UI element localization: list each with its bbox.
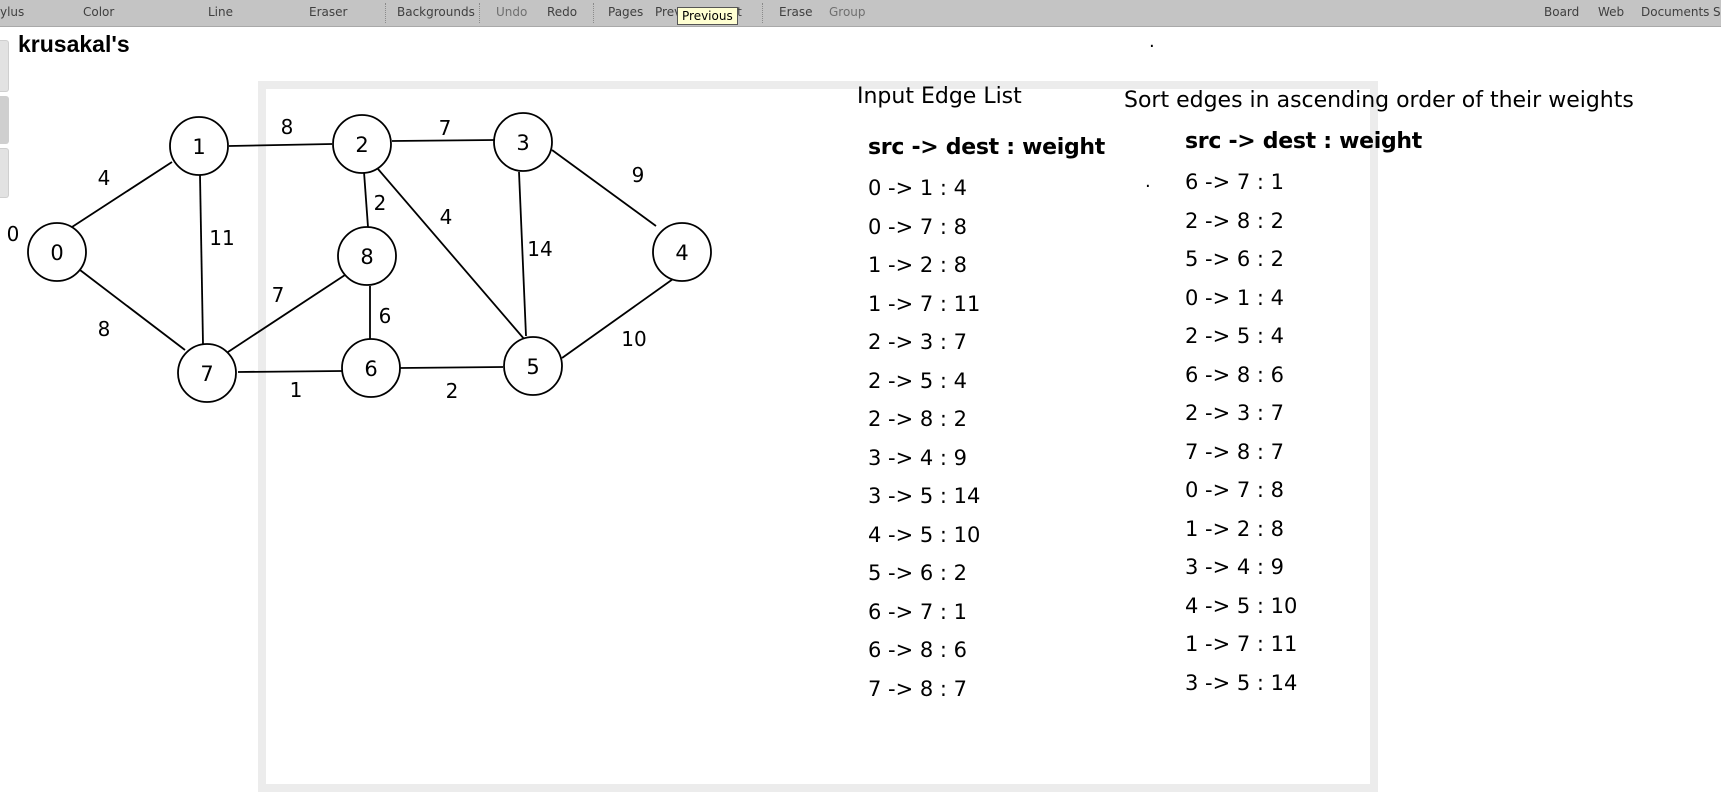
weight-label-1-7: 11 — [209, 226, 234, 250]
list-item: 6 -> 7 : 1 — [1185, 170, 1285, 194]
node-label: 1 — [192, 135, 205, 159]
weight-label-6-7: 1 — [290, 378, 303, 402]
list-item: 2 -> 5 : 4 — [868, 368, 968, 393]
list-item: 1 -> 2 : 8 — [1185, 516, 1285, 541]
edge-2-5 — [377, 168, 526, 341]
weight-label-5-6: 2 — [446, 379, 459, 403]
web-button[interactable]: Web — [1598, 5, 1624, 19]
list-item: 5 -> 6 : 2 — [868, 561, 968, 585]
list-item: 3 -> 4 : 9 — [868, 445, 968, 470]
weight-label-4-5: 10 — [621, 327, 646, 351]
weight-label-2-8: 2 — [374, 191, 387, 215]
list-item: 2 -> 5 : 4 — [1185, 324, 1285, 348]
input-edge-list: 0 -> 1 : 4 0 -> 7 : 8 1 -> 2 : 8 1 -> 7 … — [868, 169, 980, 708]
list-item: 6 -> 7 : 1 — [868, 599, 968, 624]
edge-2-8 — [363, 171, 369, 228]
edge-6-7 — [237, 370, 343, 373]
weight-label-3-5: 14 — [527, 237, 552, 261]
list-item: 3 -> 4 : 9 — [1185, 555, 1285, 579]
list-item: 7 -> 8 : 7 — [1185, 439, 1285, 464]
list-item: 4 -> 5 : 10 — [868, 522, 981, 547]
edge-0-1 — [71, 161, 173, 228]
edge-3-4 — [551, 149, 657, 227]
list-item: 3 -> 5 : 14 — [868, 484, 981, 508]
documents-button[interactable]: Documents — [1641, 5, 1709, 19]
edge-1-7 — [199, 174, 204, 345]
weight-label-0-1: 4 — [98, 166, 111, 190]
edge-4-5 — [561, 278, 674, 359]
list-item: 0 -> 7 : 8 — [1185, 478, 1285, 502]
erase-button[interactable]: Erase — [779, 5, 813, 19]
edge-5-6 — [399, 366, 504, 369]
weight-label-2-5: 4 — [440, 205, 453, 229]
node-label: 3 — [516, 131, 529, 155]
list-item: 2 -> 8 : 2 — [1185, 208, 1285, 233]
weight-label-3-4: 9 — [632, 163, 645, 187]
weighted-graph: 0 1 2 3 4 5 6 7 8 4 8 8 11 7 4 2 9 14 10… — [7, 112, 712, 403]
list-item: 1 -> 7 : 11 — [1185, 632, 1298, 656]
list-item: 3 -> 5 : 14 — [1185, 670, 1298, 695]
board-button[interactable]: Board — [1544, 5, 1579, 19]
weight-label-2-3: 7 — [439, 116, 452, 140]
edge-0-7 — [79, 269, 186, 351]
input-list-column-header: src -> dest : weight — [868, 135, 1105, 160]
edge-1-2 — [228, 143, 333, 147]
edge-3-5 — [518, 171, 527, 337]
node-label: 6 — [364, 357, 377, 381]
edge-2-3 — [391, 139, 496, 142]
group-button[interactable]: Group — [829, 5, 866, 19]
list-item: 2 -> 3 : 7 — [1185, 401, 1285, 425]
list-item: 1 -> 7 : 11 — [868, 291, 981, 316]
node-label: 5 — [526, 355, 539, 379]
sorted-list-heading: Sort edges in ascending order of their w… — [1124, 88, 1634, 113]
settings-button[interactable]: S — [1713, 5, 1721, 19]
node-label: 2 — [355, 133, 368, 157]
sorted-edge-list: 6 -> 7 : 1 2 -> 8 : 2 5 -> 6 : 2 0 -> 1 … — [1185, 163, 1297, 702]
sorted-list-column-header: src -> dest : weight — [1185, 129, 1422, 154]
node-label: 0 — [50, 241, 63, 265]
input-list-heading: Input Edge List — [857, 84, 1022, 109]
list-item: 2 -> 8 : 2 — [868, 407, 968, 431]
weight-label-6-8: 6 — [379, 304, 392, 328]
list-item: 0 -> 1 : 4 — [1185, 285, 1285, 310]
list-item: 0 -> 7 : 8 — [868, 214, 968, 239]
weight-label-7-8: 7 — [272, 283, 285, 307]
list-item: 1 -> 2 : 8 — [868, 253, 968, 277]
ink-dot: · — [1149, 36, 1155, 57]
list-item: 7 -> 8 : 7 — [868, 676, 968, 701]
list-item: 6 -> 8 : 6 — [868, 638, 968, 662]
weight-label-0-7: 8 — [98, 317, 111, 341]
node-label: 4 — [675, 241, 688, 265]
weight-label-1-2: 8 — [281, 115, 294, 139]
node-label: 8 — [360, 245, 373, 269]
list-item: 4 -> 5 : 10 — [1185, 593, 1298, 618]
list-item: 0 -> 1 : 4 — [868, 176, 968, 200]
toolbar-divider — [762, 3, 763, 23]
edge-7-8 — [227, 274, 346, 353]
list-item: 5 -> 6 : 2 — [1185, 247, 1285, 271]
list-item: 6 -> 8 : 6 — [1185, 362, 1285, 387]
node-label: 7 — [200, 362, 213, 386]
list-item: 2 -> 3 : 7 — [868, 330, 968, 354]
stray-label: 0 — [7, 222, 20, 246]
